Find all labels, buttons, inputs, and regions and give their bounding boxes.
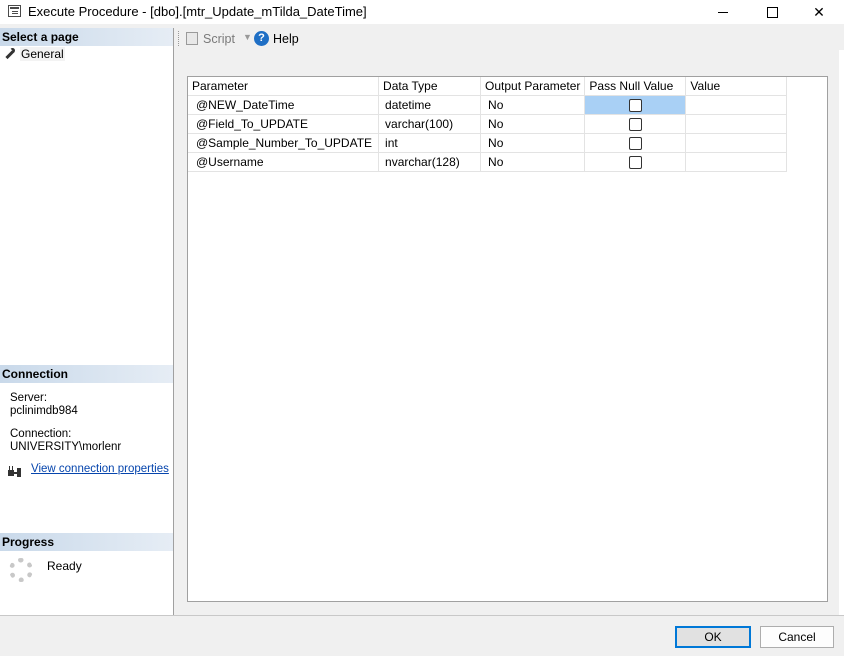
progress-spinner-icon bbox=[9, 558, 33, 582]
minimize-icon bbox=[718, 11, 728, 13]
maximize-button[interactable] bbox=[749, 0, 795, 24]
pass-null-checkbox[interactable] bbox=[628, 118, 642, 132]
toolbar-grip bbox=[178, 31, 181, 46]
value-cell[interactable] bbox=[685, 114, 788, 134]
pass-null-cell[interactable] bbox=[584, 152, 687, 172]
output-parameter-cell: No bbox=[480, 152, 586, 172]
script-button[interactable]: Script bbox=[203, 32, 235, 46]
parameters-grid-panel: Parameter Data Type Output Parameter Pas… bbox=[187, 76, 828, 602]
cancel-button[interactable]: Cancel bbox=[760, 626, 834, 648]
page-item-general[interactable]: General bbox=[4, 46, 65, 62]
close-icon: ✕ bbox=[813, 3, 825, 20]
column-header-value[interactable]: Value bbox=[685, 77, 788, 96]
progress-header: Progress bbox=[0, 533, 173, 551]
output-parameter-cell: No bbox=[480, 114, 586, 134]
minimize-button[interactable] bbox=[700, 0, 746, 24]
column-header-output-parameter[interactable]: Output Parameter bbox=[480, 77, 586, 96]
script-dropdown-arrow-icon[interactable]: ▼ bbox=[243, 32, 252, 42]
help-button[interactable]: Help bbox=[273, 32, 299, 46]
table-row: @NEW_DateTime datetime No bbox=[188, 95, 788, 115]
table-row: @Field_To_UPDATE varchar(100) No bbox=[188, 114, 788, 134]
help-icon[interactable]: ? bbox=[254, 31, 269, 46]
connection-value: UNIVERSITY\morlenr bbox=[10, 441, 122, 453]
data-type-cell: nvarchar(128) bbox=[378, 152, 482, 172]
page-item-label: General bbox=[20, 47, 65, 61]
parameter-cell: @Field_To_UPDATE bbox=[188, 114, 380, 134]
value-cell[interactable] bbox=[685, 133, 788, 153]
pass-null-cell[interactable] bbox=[584, 133, 687, 153]
window-icon bbox=[8, 5, 21, 17]
pass-null-checkbox[interactable] bbox=[628, 137, 642, 151]
background-window-edge bbox=[839, 50, 844, 615]
server-value: pclinimdb984 bbox=[10, 405, 78, 417]
table-row: @Sample_Number_To_UPDATE int No bbox=[188, 133, 788, 153]
progress-status: Ready bbox=[47, 559, 82, 573]
server-label: Server: bbox=[10, 392, 48, 404]
parameter-cell: @NEW_DateTime bbox=[188, 95, 380, 115]
column-header-data-type[interactable]: Data Type bbox=[378, 77, 482, 96]
title-bar: Execute Procedure - [dbo].[mtr_Update_mT… bbox=[0, 0, 844, 24]
close-button[interactable]: ✕ bbox=[796, 0, 842, 24]
pass-null-cell[interactable] bbox=[584, 114, 687, 134]
data-type-cell: varchar(100) bbox=[378, 114, 482, 134]
parameter-cell: @Username bbox=[188, 152, 380, 172]
grid-header-row: Parameter Data Type Output Parameter Pas… bbox=[188, 77, 788, 96]
pass-null-checkbox[interactable] bbox=[628, 156, 642, 170]
column-header-parameter[interactable]: Parameter bbox=[188, 77, 380, 96]
pass-null-cell[interactable] bbox=[584, 95, 687, 115]
table-row: @Username nvarchar(128) No bbox=[188, 152, 788, 172]
output-parameter-cell: No bbox=[480, 133, 586, 153]
parameter-cell: @Sample_Number_To_UPDATE bbox=[188, 133, 380, 153]
connection-plug-icon bbox=[8, 466, 22, 478]
data-type-cell: int bbox=[378, 133, 482, 153]
wrench-icon bbox=[4, 48, 16, 60]
value-cell[interactable] bbox=[685, 95, 788, 115]
data-type-cell: datetime bbox=[378, 95, 482, 115]
output-parameter-cell: No bbox=[480, 95, 586, 115]
connection-label: Connection: bbox=[10, 428, 72, 440]
ok-button[interactable]: OK bbox=[675, 626, 751, 648]
pass-null-checkbox[interactable] bbox=[628, 99, 642, 113]
window-title: Execute Procedure - [dbo].[mtr_Update_mT… bbox=[28, 4, 367, 19]
column-header-pass-null-value[interactable]: Pass Null Value bbox=[584, 77, 687, 96]
view-connection-properties-link[interactable]: View connection properties bbox=[31, 463, 169, 475]
dialog-footer: OK Cancel bbox=[0, 615, 844, 656]
left-pane: Select a page General Connection Server:… bbox=[0, 28, 174, 615]
select-page-header: Select a page bbox=[0, 28, 173, 46]
parameters-grid: Parameter Data Type Output Parameter Pas… bbox=[188, 77, 788, 172]
toolbar: Script ▼ ? Help bbox=[174, 28, 844, 50]
maximize-icon bbox=[766, 6, 778, 18]
value-cell[interactable] bbox=[685, 152, 788, 172]
script-icon bbox=[186, 32, 198, 45]
connection-header: Connection bbox=[0, 365, 173, 383]
